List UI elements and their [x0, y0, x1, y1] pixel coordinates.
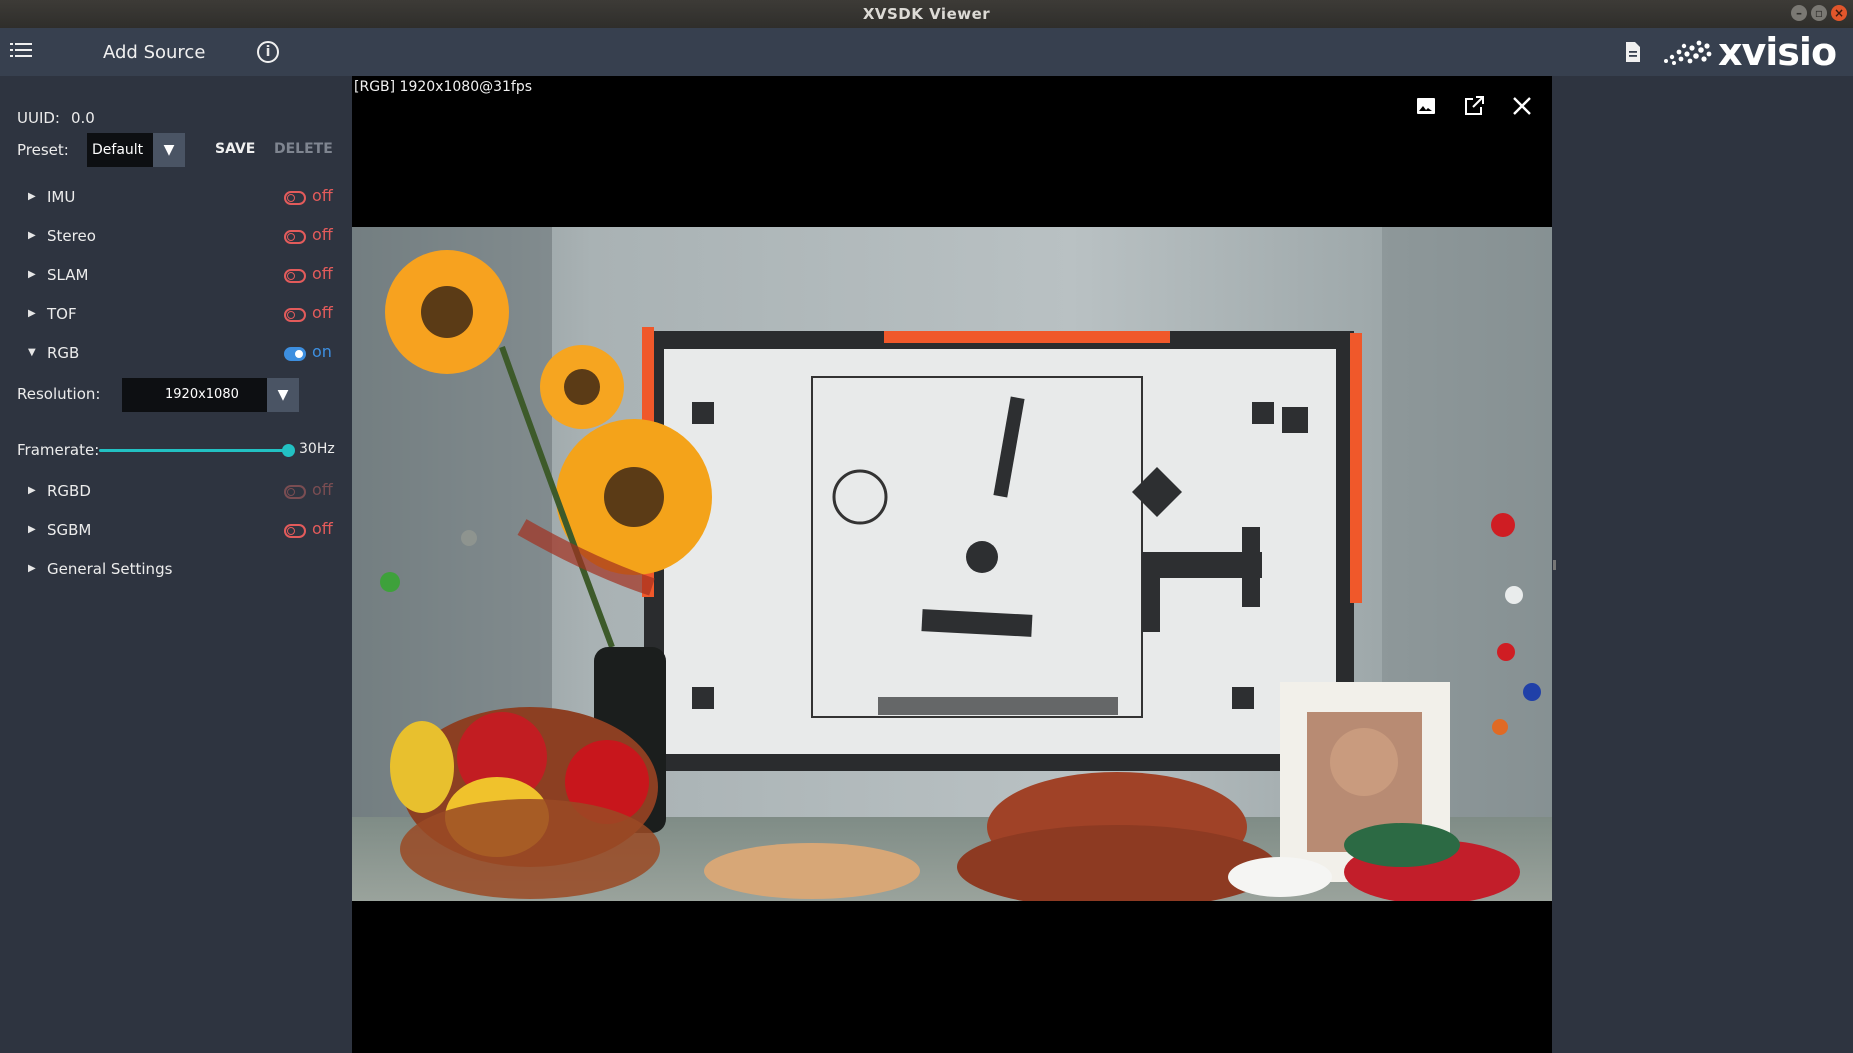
preset-value: Default: [92, 142, 144, 158]
window-title: XVSDK Viewer: [862, 5, 991, 23]
window-close-button[interactable]: ×: [1831, 5, 1847, 21]
info-icon[interactable]: i: [257, 41, 279, 63]
rgb-stream-viewer: [RGB] 1920x1080@31fps: [352, 76, 1552, 1053]
camera-frame: [352, 227, 1552, 901]
expand-triangle-icon[interactable]: ▶: [28, 524, 36, 535]
right-panel: [1552, 76, 1853, 1053]
resolution-label: Resolution:: [17, 385, 101, 403]
toggle-state: off: [312, 480, 333, 499]
tof-toggle[interactable]: off: [284, 303, 339, 327]
chevron-down-icon[interactable]: ▼: [267, 378, 299, 412]
toggle-switch-icon: [284, 191, 306, 205]
section-label: RGB: [47, 344, 80, 362]
toggle-state: off: [312, 186, 333, 205]
section-rgb[interactable]: ▼ RGB on: [0, 338, 352, 368]
preset-row: Preset: Default ▼ SAVE DELETE: [0, 133, 352, 167]
toggle-state: off: [312, 225, 333, 244]
imu-toggle[interactable]: off: [284, 186, 339, 210]
expand-triangle-icon[interactable]: ▶: [28, 269, 36, 280]
toggle-state: off: [312, 264, 333, 283]
framerate-label: Framerate:: [17, 441, 100, 459]
section-sgbm[interactable]: ▶ SGBM off: [0, 515, 352, 545]
title-bar: XVSDK Viewer – ▫ ×: [0, 0, 1853, 29]
resolution-row: Resolution: 1920x1080 ▼: [0, 378, 352, 415]
toggle-switch-icon: [284, 308, 306, 322]
rgb-toggle[interactable]: on: [284, 342, 339, 366]
section-imu[interactable]: ▶ IMU off: [0, 182, 352, 212]
close-icon[interactable]: [1510, 94, 1538, 122]
camera-frame-image: [352, 227, 1552, 901]
stream-label: [RGB] 1920x1080@31fps: [354, 79, 533, 95]
open-external-icon[interactable]: [1462, 94, 1490, 122]
section-label: SLAM: [47, 266, 89, 284]
splitter-handle[interactable]: [1553, 560, 1556, 570]
section-label: RGBD: [47, 482, 91, 500]
toggle-switch-icon: [284, 485, 306, 499]
expand-triangle-icon[interactable]: ▶: [28, 485, 36, 496]
toggle-state: off: [312, 519, 333, 538]
minimize-button[interactable]: –: [1791, 5, 1807, 21]
expand-triangle-icon[interactable]: ▶: [28, 563, 36, 574]
section-general-settings[interactable]: ▶ General Settings: [0, 554, 352, 584]
section-stereo[interactable]: ▶ Stereo off: [0, 221, 352, 251]
toggle-switch-icon: [284, 269, 306, 283]
section-label: SGBM: [47, 521, 92, 539]
toggle-state: off: [312, 303, 333, 322]
image-icon[interactable]: [1414, 94, 1442, 122]
expand-triangle-icon[interactable]: ▶: [28, 191, 36, 202]
uuid-label: UUID:: [17, 109, 60, 127]
save-button[interactable]: SAVE: [215, 141, 255, 157]
toggle-switch-icon: [284, 230, 306, 244]
maximize-button[interactable]: ▫: [1811, 5, 1827, 21]
uuid-value: 0.0: [71, 109, 95, 127]
section-label: Stereo: [47, 227, 96, 245]
expand-triangle-icon[interactable]: ▶: [28, 230, 36, 241]
section-label: General Settings: [47, 560, 173, 578]
section-slam[interactable]: ▶ SLAM off: [0, 260, 352, 290]
window-controls: – ▫ ×: [1791, 5, 1847, 21]
logo-text: xvisio: [1718, 30, 1837, 74]
preset-dropdown[interactable]: Default ▼: [87, 133, 185, 167]
framerate-value: 30Hz: [299, 441, 335, 457]
list-menu-icon[interactable]: [10, 40, 38, 64]
resolution-value: 1920x1080: [165, 387, 239, 402]
xvisio-logo: xvisio: [1662, 30, 1837, 74]
toggle-switch-icon: [284, 347, 306, 361]
slider-track: [99, 449, 289, 452]
preset-label: Preset:: [17, 141, 69, 159]
rgbd-toggle[interactable]: off: [284, 480, 339, 504]
framerate-row: Framerate: 30Hz: [0, 435, 352, 465]
document-icon[interactable]: [1624, 41, 1642, 67]
slam-toggle[interactable]: off: [284, 264, 339, 288]
toggle-switch-icon: [284, 524, 306, 538]
toggle-state: on: [312, 342, 332, 361]
section-label: TOF: [47, 305, 77, 323]
collapse-triangle-icon[interactable]: ▼: [28, 347, 36, 358]
uuid-row: UUID: 0.0: [0, 103, 352, 133]
chevron-down-icon[interactable]: ▼: [153, 133, 185, 167]
resolution-dropdown[interactable]: 1920x1080 ▼: [122, 378, 299, 412]
stereo-toggle[interactable]: off: [284, 225, 339, 249]
toolbar: Add Source i xvisio: [0, 28, 1853, 76]
source-settings-panel: UUID: 0.0 Preset: Default ▼ SAVE DELETE …: [0, 76, 352, 1053]
slider-thumb[interactable]: [282, 444, 295, 457]
section-rgbd[interactable]: ▶ RGBD off: [0, 476, 352, 506]
section-label: IMU: [47, 188, 76, 206]
framerate-slider[interactable]: [99, 444, 295, 458]
sgbm-toggle[interactable]: off: [284, 519, 339, 543]
delete-button[interactable]: DELETE: [274, 141, 333, 157]
section-tof[interactable]: ▶ TOF off: [0, 299, 352, 329]
add-source-button[interactable]: Add Source: [103, 42, 205, 63]
logo-dots-icon: [1664, 40, 1712, 65]
expand-triangle-icon[interactable]: ▶: [28, 308, 36, 319]
